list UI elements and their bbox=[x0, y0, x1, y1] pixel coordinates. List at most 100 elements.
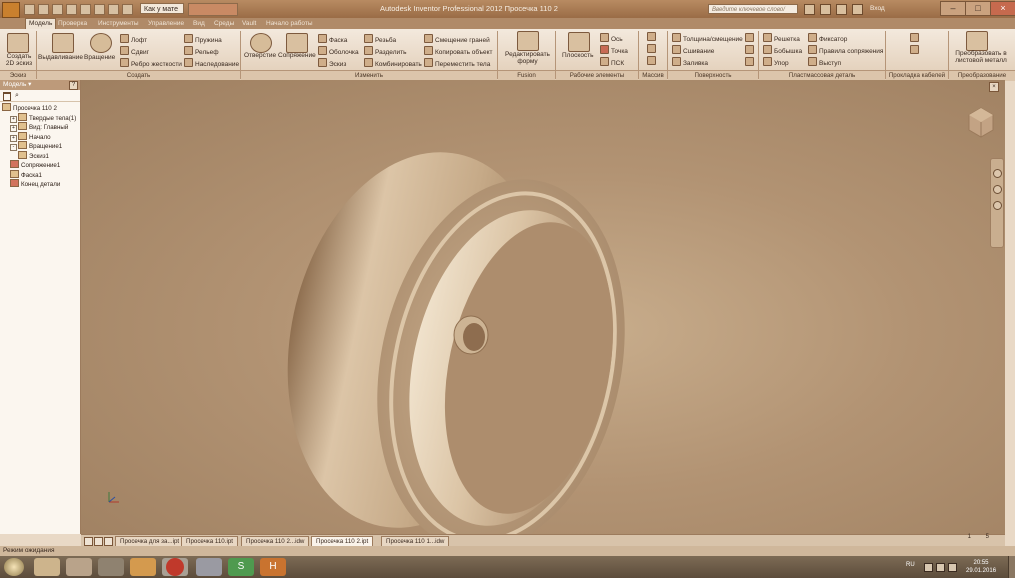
rib-button[interactable]: Ребро жесткости bbox=[120, 58, 182, 68]
snap-fit-button[interactable]: Фиксатор bbox=[808, 33, 847, 43]
tree-item[interactable]: Сопряжение1 bbox=[10, 160, 60, 169]
undo-icon[interactable] bbox=[66, 4, 77, 15]
help-search-input[interactable]: Введите ключевое слово/фразу bbox=[708, 4, 798, 23]
system-clock[interactable]: 20:55 29.01.2016 bbox=[966, 559, 996, 575]
tree-item[interactable]: Конец детали bbox=[10, 179, 60, 188]
replace-face-button[interactable] bbox=[745, 57, 756, 67]
subscription-icon[interactable] bbox=[820, 4, 831, 15]
graphics-viewport[interactable]: × bbox=[81, 80, 1005, 534]
chamfer-button[interactable]: Фаска bbox=[318, 34, 347, 44]
tab-vault[interactable]: Vault bbox=[242, 19, 256, 29]
browser-header[interactable]: Модель ▾ ? bbox=[0, 80, 80, 90]
shell-button[interactable]: Оболочка bbox=[318, 46, 359, 56]
arrange-icon[interactable] bbox=[104, 537, 113, 546]
tree-item[interactable]: Эскиз1 bbox=[18, 150, 49, 160]
wire-button[interactable] bbox=[910, 45, 921, 55]
copy-object-button[interactable]: Копировать объект bbox=[424, 46, 493, 56]
zoom-icon[interactable] bbox=[993, 201, 1002, 210]
login-link[interactable]: Вход bbox=[870, 5, 885, 12]
convert-to-sheet-metal-button[interactable]: Преобразовать в листовой металл bbox=[950, 50, 1012, 64]
lip-button[interactable]: Выступ bbox=[808, 57, 841, 67]
start-button[interactable] bbox=[4, 558, 24, 576]
edit-form-button[interactable]: Редактировать форму bbox=[500, 51, 555, 65]
collapse-icon[interactable]: - bbox=[10, 144, 17, 151]
close-button[interactable]: × bbox=[990, 1, 1015, 16]
tree-item[interactable]: + Начало bbox=[10, 131, 51, 142]
thicken-button[interactable]: Толщина/смещение bbox=[672, 33, 743, 43]
combine-button[interactable]: Комбинировать bbox=[364, 58, 422, 68]
circ-pattern-button[interactable] bbox=[647, 44, 658, 54]
pan-icon[interactable] bbox=[993, 185, 1002, 194]
tile-icon[interactable] bbox=[84, 537, 93, 546]
rule-fillet-button[interactable]: Правила сопряжения bbox=[808, 45, 883, 55]
tree-item[interactable]: + Вид: Главный bbox=[10, 122, 68, 132]
thread-button[interactable]: Резьба bbox=[364, 34, 396, 44]
boss-button[interactable]: Бобышка bbox=[763, 45, 802, 55]
steering-wheel-icon[interactable] bbox=[993, 169, 1002, 178]
explorer-taskbar-icon[interactable] bbox=[34, 558, 60, 576]
volume-icon[interactable] bbox=[948, 563, 957, 572]
ucs-button[interactable]: ПСК bbox=[600, 57, 624, 67]
extend-button[interactable] bbox=[745, 45, 756, 55]
fillet-button[interactable]: Сопряжение bbox=[278, 52, 316, 59]
sweep-button[interactable]: Сдвиг bbox=[120, 46, 149, 56]
navigation-bar[interactable] bbox=[990, 158, 1004, 248]
save-icon[interactable] bbox=[52, 4, 63, 15]
extrude-button[interactable]: Выдавливание bbox=[38, 54, 83, 61]
tree-item[interactable]: + Твердые тела(1) bbox=[10, 112, 76, 123]
emboss-button[interactable]: Рельеф bbox=[184, 46, 219, 56]
derive-button[interactable]: Наследование bbox=[184, 58, 239, 68]
window-taskbar-icon[interactable] bbox=[196, 558, 222, 576]
rect-pattern-button[interactable] bbox=[647, 32, 658, 42]
control-panel-taskbar-icon[interactable] bbox=[98, 558, 124, 576]
communication-icon[interactable] bbox=[836, 4, 847, 15]
axis-button[interactable]: Ось bbox=[600, 33, 623, 43]
revolve-button[interactable]: Вращение bbox=[84, 54, 115, 61]
tree-item[interactable]: - Вращение1 bbox=[10, 141, 62, 151]
mirror-button[interactable] bbox=[647, 56, 658, 66]
harness-button[interactable] bbox=[910, 33, 921, 43]
tab-get-started[interactable]: Начало работы bbox=[266, 19, 313, 29]
redo-icon[interactable] bbox=[80, 4, 91, 15]
grill-button[interactable]: Решетка bbox=[763, 33, 800, 43]
rest-button[interactable]: Упор bbox=[763, 57, 789, 67]
media-player-taskbar-icon[interactable] bbox=[66, 558, 92, 576]
open-file-icon[interactable] bbox=[38, 4, 49, 15]
cylindrical-part-model[interactable] bbox=[254, 128, 657, 534]
binoculars-icon[interactable] bbox=[804, 4, 815, 15]
move-face-button[interactable]: Смещение граней bbox=[424, 34, 490, 44]
tab-environments[interactable]: Среды bbox=[214, 19, 234, 29]
tree-item[interactable]: Фаска1 bbox=[10, 169, 42, 179]
patch-button[interactable]: Заливка bbox=[672, 57, 708, 67]
show-desktop-button[interactable] bbox=[1008, 556, 1015, 578]
stitch-button[interactable]: Сшивание bbox=[672, 45, 714, 55]
keyboard-language[interactable]: RU bbox=[906, 562, 915, 568]
sketch-button[interactable]: Эскиз bbox=[318, 58, 346, 68]
filter-icon[interactable] bbox=[3, 92, 11, 101]
trim-button[interactable] bbox=[745, 33, 756, 43]
tray-show-hidden-icon[interactable] bbox=[924, 563, 933, 572]
tree-item[interactable]: Просечка 110 2 bbox=[2, 103, 57, 112]
network-icon[interactable] bbox=[936, 563, 945, 572]
viewcube-icon[interactable] bbox=[967, 106, 995, 140]
new-file-icon[interactable] bbox=[24, 4, 35, 15]
tab-manage[interactable]: Управление bbox=[148, 19, 184, 29]
coil-button[interactable]: Пружина bbox=[184, 34, 222, 44]
inventor-taskbar-icon[interactable] bbox=[130, 558, 156, 576]
tab-tools[interactable]: Инструменты bbox=[98, 19, 139, 29]
create-2d-sketch-button[interactable]: Создать 2D эскиз bbox=[4, 53, 34, 67]
plane-button[interactable]: Плоскость bbox=[562, 52, 594, 59]
inventor-logo-icon[interactable] bbox=[2, 2, 20, 18]
select-icon[interactable] bbox=[108, 4, 119, 15]
skype-taskbar-icon[interactable]: S bbox=[228, 558, 254, 576]
find-binoculars-icon[interactable]: ⌕ bbox=[15, 92, 19, 99]
point-button[interactable]: Точка bbox=[600, 45, 628, 55]
update-icon[interactable] bbox=[122, 4, 133, 15]
minimize-button[interactable]: – bbox=[940, 1, 966, 16]
maximize-button[interactable]: □ bbox=[965, 1, 991, 16]
loft-button[interactable]: Лофт bbox=[120, 34, 147, 44]
move-bodies-button[interactable]: Переместить тела bbox=[424, 58, 490, 68]
favorites-star-icon[interactable] bbox=[852, 4, 863, 15]
tab-view[interactable]: Вид bbox=[193, 19, 205, 29]
split-button[interactable]: Разделить bbox=[364, 46, 406, 56]
